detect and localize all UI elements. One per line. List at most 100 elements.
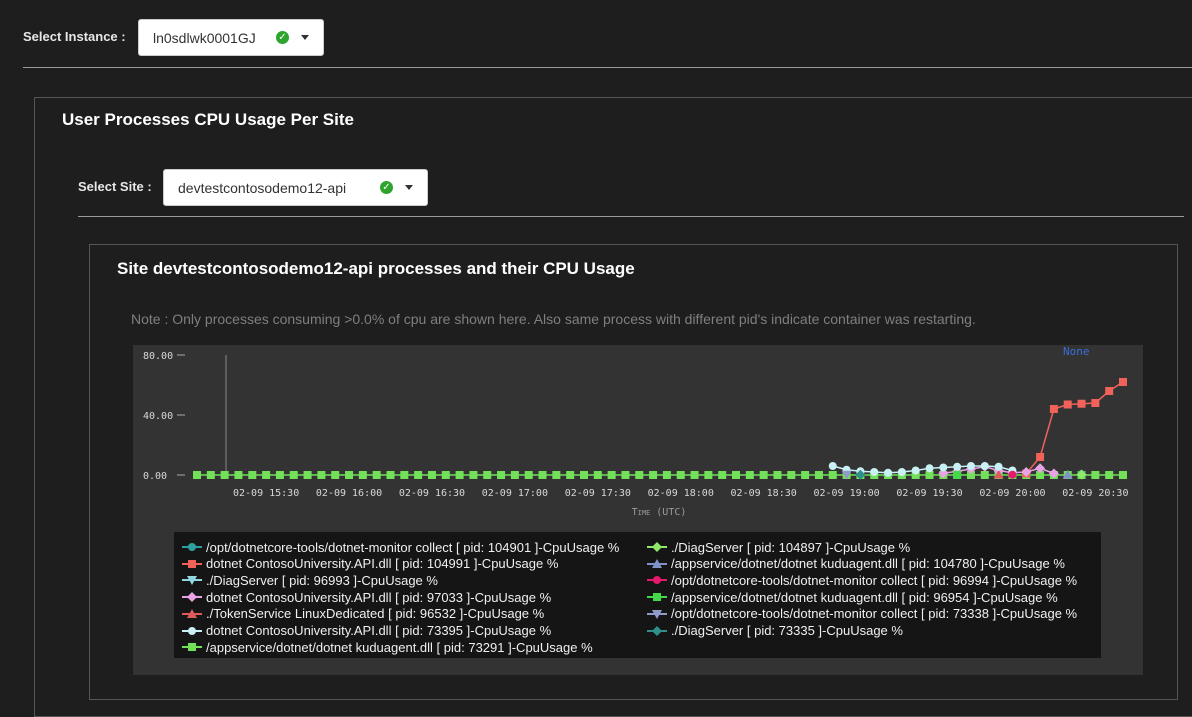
data-point — [593, 471, 602, 479]
diamond-marker-icon — [647, 625, 667, 636]
legend-item[interactable]: ./DiagServer [ pid: 104897 ]-CpuUsage % — [647, 539, 910, 555]
caret-down-icon — [405, 185, 413, 190]
circle-marker-icon — [182, 543, 202, 551]
data-point — [455, 471, 464, 479]
triangle-down-marker-icon — [647, 609, 667, 619]
data-point — [828, 471, 837, 479]
legend-item[interactable]: ./DiagServer [ pid: 73335 ]-CpuUsage % — [647, 623, 903, 639]
data-point — [289, 471, 298, 479]
data-point — [1119, 471, 1127, 479]
x-tick-label: 02-09 17:30 — [565, 488, 631, 499]
legend-item[interactable]: dotnet ContosoUniversity.API.dll [ pid: … — [182, 556, 558, 572]
diamond-marker-icon — [182, 592, 202, 603]
data-point — [966, 462, 975, 470]
instance-dropdown[interactable]: ln0sdlwk0001GJ ✓ — [138, 19, 324, 56]
data-point — [497, 471, 506, 479]
data-point — [953, 462, 962, 471]
x-tick-label: 02-09 19:00 — [813, 488, 879, 499]
site-divider — [78, 216, 1184, 217]
data-point — [676, 471, 685, 479]
series-10 — [953, 470, 962, 479]
legend-label: /appservice/dotnet/dotnet kuduagent.dll … — [206, 639, 593, 655]
chart-series — [193, 378, 1127, 480]
legend-label: ./DiagServer [ pid: 104897 ]-CpuUsage % — [671, 539, 911, 555]
data-point — [621, 471, 630, 479]
legend-item[interactable]: ./DiagServer [ pid: 96993 ]-CpuUsage % — [182, 572, 438, 588]
data-point — [538, 471, 547, 479]
x-tick-label: 02-09 16:30 — [399, 488, 465, 499]
site-value: devtestcontosodemo12-api — [178, 179, 347, 196]
data-point — [400, 471, 409, 479]
data-point — [980, 471, 989, 479]
legend-label: dotnet ContosoUniversity.API.dll [ pid: … — [206, 589, 552, 605]
x-tick-label: 02-09 18:00 — [648, 488, 714, 499]
x-tick-label: 02-09 16:00 — [316, 488, 382, 499]
series-1 — [1022, 378, 1127, 478]
data-point — [566, 471, 575, 479]
data-point — [1063, 400, 1072, 409]
data-point — [745, 471, 754, 479]
square-marker-icon — [647, 593, 667, 602]
data-point — [1008, 470, 1017, 479]
chart-legend: /opt/dotnetcore-tools/dotnet-monitor col… — [174, 532, 1101, 658]
legend-item[interactable]: dotnet ContosoUniversity.API.dll [ pid: … — [182, 589, 551, 605]
data-point — [801, 471, 810, 479]
data-point — [732, 471, 741, 479]
data-point — [1077, 399, 1086, 408]
data-point — [939, 463, 948, 472]
data-point — [814, 471, 823, 479]
data-point — [773, 471, 782, 479]
data-point — [635, 471, 644, 479]
series-6 — [193, 471, 1127, 479]
legend-label: dotnet ContosoUniversity.API.dll [ pid: … — [206, 556, 559, 572]
legend-item[interactable]: /opt/dotnetcore-tools/dotnet-monitor col… — [182, 539, 619, 555]
data-point — [206, 471, 215, 479]
data-point — [1036, 453, 1045, 461]
x-axis-label: Time (UTC) — [632, 507, 687, 518]
data-point — [345, 471, 354, 479]
data-point — [704, 471, 713, 479]
triangle-up-marker-icon — [647, 558, 667, 568]
x-tick-label: 02-09 17:00 — [482, 488, 548, 499]
legend-item[interactable]: /opt/dotnetcore-tools/dotnet-monitor col… — [647, 606, 1077, 622]
site-processes-title: Site devtestcontosodemo12-api processes … — [117, 259, 635, 278]
legend-item[interactable]: /appservice/dotnet/dotnet kuduagent.dll … — [647, 556, 1065, 572]
data-point — [870, 468, 879, 476]
check-circle-icon: ✓ — [276, 31, 289, 44]
data-point — [607, 471, 616, 479]
square-marker-icon — [182, 643, 202, 652]
data-point — [994, 462, 1003, 471]
data-point — [759, 471, 768, 479]
data-point — [1105, 471, 1114, 479]
x-tick-label: 02-09 20:00 — [979, 488, 1045, 499]
data-point — [441, 471, 450, 479]
data-point — [897, 468, 906, 476]
data-point — [579, 471, 588, 479]
legend-item[interactable]: /opt/dotnetcore-tools/dotnet-monitor col… — [647, 572, 1077, 588]
legend-item[interactable]: dotnet ContosoUniversity.API.dll [ pid: … — [182, 623, 551, 639]
legend-label: /opt/dotnetcore-tools/dotnet-monitor col… — [206, 539, 620, 555]
legend-item[interactable]: ./TokenService LinuxDedicated [ pid: 965… — [182, 606, 544, 622]
data-point — [980, 462, 989, 470]
data-point — [1105, 387, 1114, 395]
data-point — [414, 471, 423, 479]
data-point — [220, 471, 229, 479]
triangle-down-marker-icon — [182, 576, 202, 586]
data-point — [649, 471, 658, 479]
data-point — [953, 470, 962, 479]
data-point — [303, 471, 312, 479]
data-point — [469, 471, 478, 479]
series-9 — [1008, 470, 1017, 479]
y-tick-label: 80.00 — [143, 351, 173, 362]
data-point — [262, 471, 271, 479]
data-point — [718, 471, 727, 479]
data-point — [552, 471, 561, 479]
caret-down-icon — [301, 35, 309, 40]
legend-item[interactable]: /appservice/dotnet/dotnet kuduagent.dll … — [647, 589, 1058, 605]
data-point — [524, 471, 533, 479]
data-point — [884, 468, 893, 477]
legend-item[interactable]: /appservice/dotnet/dotnet kuduagent.dll … — [182, 639, 593, 655]
site-dropdown[interactable]: devtestcontosodemo12-api ✓ — [163, 169, 428, 206]
data-point — [248, 471, 257, 479]
legend-label: /opt/dotnetcore-tools/dotnet-monitor col… — [671, 606, 1078, 622]
